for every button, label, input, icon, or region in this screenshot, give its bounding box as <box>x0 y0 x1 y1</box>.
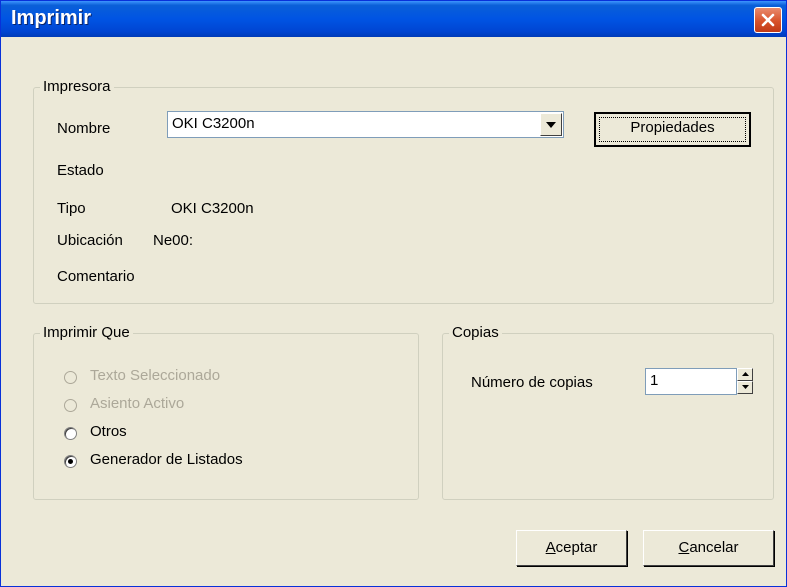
cancel-button[interactable]: Cancelar <box>643 530 774 566</box>
type-label: Tipo <box>57 200 86 217</box>
window-title: Imprimir <box>11 7 92 29</box>
location-value: Ne00: <box>153 232 194 249</box>
title-bar[interactable]: Imprimir <box>1 1 786 37</box>
copies-increment-button[interactable] <box>737 368 753 381</box>
printer-select[interactable]: OKI C3200n <box>167 111 564 138</box>
radio-report-generator-label[interactable]: Generador de Listados <box>90 451 243 468</box>
spin-up-icon <box>742 372 749 376</box>
dropdown-arrow-icon <box>546 122 556 128</box>
print-what-group-legend: Imprimir Que <box>40 324 133 341</box>
copies-group: Copias <box>442 324 774 500</box>
printer-name-label: Nombre <box>57 120 111 137</box>
status-label: Estado <box>57 162 104 179</box>
radio-selected-text-label: Texto Seleccionado <box>90 367 221 384</box>
copies-input[interactable]: 1 <box>645 368 737 395</box>
printer-select-value: OKI C3200n <box>172 115 255 132</box>
radio-others[interactable] <box>64 427 77 440</box>
printer-select-dropdown-button[interactable] <box>540 113 562 136</box>
radio-active-entry[interactable] <box>64 399 77 412</box>
cancel-mnemonic: C <box>678 539 690 556</box>
radio-others-label[interactable]: Otros <box>90 423 127 440</box>
accept-mnemonic: A <box>545 539 556 556</box>
print-what-group: Imprimir Que <box>33 324 419 500</box>
location-label: Ubicación <box>57 232 123 249</box>
cancel-label-rest: ancelar <box>689 539 739 556</box>
properties-button-label: Propiedades <box>630 119 715 136</box>
accept-button[interactable]: Aceptar <box>516 530 627 566</box>
close-icon <box>761 13 775 27</box>
copies-decrement-button[interactable] <box>737 381 753 394</box>
accept-button-label: Aceptar <box>546 539 598 556</box>
copies-spinner <box>737 368 753 395</box>
spin-down-icon <box>742 385 749 389</box>
radio-selected-dot <box>68 459 73 464</box>
radio-active-entry-label: Asiento Activo <box>90 395 185 412</box>
close-button[interactable] <box>754 7 782 33</box>
printer-group-legend: Impresora <box>40 78 114 95</box>
copies-input-value: 1 <box>650 372 659 389</box>
radio-report-generator[interactable] <box>64 455 77 468</box>
print-dialog: Imprimir Impresora Nombre OKI C3200n Pro… <box>0 0 787 587</box>
accept-label-rest: ceptar <box>555 539 598 556</box>
comment-label: Comentario <box>57 268 135 285</box>
type-value: OKI C3200n <box>171 200 254 217</box>
cancel-button-label: Cancelar <box>678 539 738 556</box>
properties-button[interactable]: Propiedades <box>594 112 751 147</box>
copies-label: Número de copias <box>471 374 593 391</box>
copies-group-legend: Copias <box>449 324 502 341</box>
radio-selected-text[interactable] <box>64 371 77 384</box>
